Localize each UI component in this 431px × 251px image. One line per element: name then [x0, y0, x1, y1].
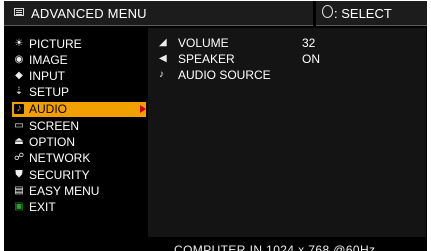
sun-icon: ☀: [14, 38, 24, 49]
menu-item-exit[interactable]: ▣ EXIT: [12, 200, 146, 215]
submenu-arrow-icon: [140, 105, 146, 113]
audio-item-value: ON: [302, 52, 320, 66]
menu-item-label: EXIT: [29, 200, 56, 214]
menu-item-easy-menu[interactable]: ▤ EASY MENU: [12, 184, 146, 199]
menu-item-label: NETWORK: [29, 151, 91, 165]
menu-item-label: IMAGE: [29, 53, 68, 67]
audio-submenu: ◢ VOLUME 32 ◀ SPEAKER ON ♪ AUDIO SOURCE: [148, 28, 426, 237]
select-knob-icon: [322, 5, 333, 18]
option-icon: ⏏: [14, 136, 24, 147]
menu-list-icon: [14, 8, 24, 16]
osd-panel: ADVANCED MENU : SELECT ☀ PICTURE ◉ IMAGE…: [4, 1, 427, 251]
menu-item-screen[interactable]: ▭ SCREEN: [12, 119, 146, 134]
audio-item-volume[interactable]: ◢ VOLUME 32: [156, 36, 416, 50]
menu-item-label: SECURITY: [29, 168, 90, 182]
menu-item-picture[interactable]: ☀ PICTURE: [12, 37, 146, 52]
menu-item-network[interactable]: ☍ NETWORK: [12, 151, 146, 166]
menu-item-label: PICTURE: [29, 37, 82, 51]
projector-osd-screen: ADVANCED MENU : SELECT ☀ PICTURE ◉ IMAGE…: [0, 0, 431, 251]
audio-item-label: AUDIO SOURCE: [178, 68, 271, 82]
menu-item-label: EASY MENU: [29, 184, 100, 198]
screen-icon: ▭: [14, 120, 24, 131]
menu-title: ADVANCED MENU: [31, 6, 147, 21]
menu-item-input[interactable]: ◆ INPUT: [12, 69, 146, 84]
status-text: COMPUTER IN 1024 x 768 @60Hz: [174, 243, 376, 251]
music-note-icon: ♪: [14, 104, 24, 114]
status-bar: COMPUTER IN 1024 x 768 @60Hz: [4, 237, 427, 251]
audio-source-icon: ♪: [159, 69, 164, 80]
image-icon: ◉: [14, 54, 24, 65]
menu-list: ☀ PICTURE ◉ IMAGE ◆ INPUT ⇣ SETUP ♪ AUDI…: [4, 28, 148, 237]
menu-item-label: SCREEN: [29, 119, 80, 133]
select-hint-label: : SELECT: [334, 6, 392, 21]
menu-item-label: INPUT: [29, 69, 65, 83]
menu-item-setup[interactable]: ⇣ SETUP: [12, 85, 146, 100]
menu-item-security[interactable]: ⛊ SECURITY: [12, 168, 146, 183]
speaker-icon: ◀: [159, 53, 167, 64]
shield-icon: ⛊: [15, 169, 23, 180]
audio-item-label: VOLUME: [178, 36, 229, 50]
network-icon: ☍: [14, 152, 25, 163]
audio-item-value: 32: [302, 36, 316, 50]
volume-icon: ◢: [159, 37, 167, 48]
menu-item-label: OPTION: [29, 135, 76, 149]
menu-item-option[interactable]: ⏏ OPTION: [12, 135, 146, 150]
audio-item-label: SPEAKER: [178, 52, 235, 66]
menu-header: ADVANCED MENU: [4, 1, 313, 26]
input-icon: ◆: [15, 70, 23, 81]
audio-item-speaker[interactable]: ◀ SPEAKER ON: [156, 52, 416, 66]
menu-item-audio[interactable]: ♪ AUDIO: [12, 102, 146, 117]
setup-icon: ⇣: [14, 86, 24, 97]
exit-icon: ▣: [14, 201, 24, 212]
audio-item-audio-source[interactable]: ♪ AUDIO SOURCE: [156, 68, 416, 82]
menu-item-image[interactable]: ◉ IMAGE: [12, 53, 146, 68]
menu-item-label: AUDIO: [29, 102, 68, 116]
easy-menu-icon: ▤: [14, 185, 24, 196]
menu-item-label: SETUP: [29, 85, 70, 99]
select-hint: : SELECT: [316, 1, 427, 26]
